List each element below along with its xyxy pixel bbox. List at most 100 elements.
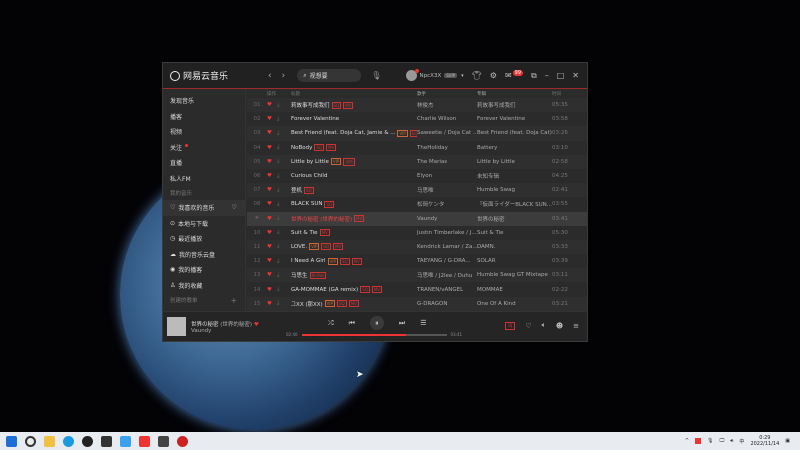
track-album[interactable]: SOLAR xyxy=(477,258,552,264)
tray-network-icon[interactable]: 🖵︎ xyxy=(719,438,724,444)
previous-icon[interactable]: ⏮︎ xyxy=(349,319,355,328)
forward-icon[interactable]: › xyxy=(282,71,286,81)
app-icon[interactable] xyxy=(101,435,112,447)
app-icon-blue[interactable] xyxy=(120,435,131,447)
track-artist[interactable]: Saweetie / Doja Cat ... xyxy=(417,130,477,136)
download-icon[interactable]: ⤓ xyxy=(277,272,291,279)
track-row[interactable]: 14 ♥ ⤓ GA-MOMMAE (GA remix) SQ MV TRANEN/v… xyxy=(247,282,587,296)
close-icon[interactable]: ✕ xyxy=(572,71,579,80)
username[interactable]: NpcX3X xyxy=(420,73,442,79)
heartbeat-mode-icon[interactable]: ♡ xyxy=(231,204,236,211)
back-icon[interactable]: ‹ xyxy=(268,71,272,81)
edge-icon[interactable] xyxy=(63,435,74,447)
track-album[interactable]: Humble Swag GT Mixtape xyxy=(477,272,552,278)
download-icon[interactable]: ⤓ xyxy=(277,286,291,293)
like-heart-icon[interactable]: ♥ xyxy=(267,145,277,151)
track-row[interactable]: 03 ♥ ⤓ Best Friend (feat. Doja Cat, Jami… xyxy=(247,126,587,141)
track-artist[interactable]: Charlie Wilson xyxy=(417,116,477,122)
track-album[interactable]: 世界の秘密 xyxy=(477,215,552,223)
track-artist[interactable]: 林俊杰 xyxy=(417,101,477,109)
netease-music-taskbar-icon[interactable] xyxy=(139,435,150,447)
track-row[interactable]: 13 ♥ ⤓ 马思生 Hi-Res 马思唯 / J2lee / Duhu Humb… xyxy=(247,268,587,283)
track-album[interactable]: 未知专辑 xyxy=(477,172,552,180)
search-taskbar-icon[interactable] xyxy=(25,435,36,447)
download-icon[interactable]: ⤓ xyxy=(277,187,291,194)
shuffle-icon[interactable]: ⤮ xyxy=(328,319,334,328)
download-icon[interactable]: ⤓ xyxy=(277,116,291,123)
like-heart-icon[interactable]: ♥ xyxy=(267,159,277,165)
sidebar-item-my-podcast[interactable]: ◉ 我的播客 xyxy=(163,262,245,278)
progress-bar[interactable] xyxy=(301,333,447,336)
search-input[interactable]: ⌕ 视想要 xyxy=(297,69,362,82)
like-heart-icon[interactable]: ♥ xyxy=(267,216,277,222)
track-album[interactable]: 莉故事写成我们 xyxy=(477,101,552,109)
track-row[interactable]: 04 ♥ ⤓ NoBody SQ MV TheHoliday Battery 03:… xyxy=(247,141,587,155)
skin-icon[interactable]: 👕︎ xyxy=(472,71,482,80)
track-artist[interactable]: TAEYANG / G-DRA... xyxy=(417,258,477,264)
track-artist[interactable]: Justin Timberlake / J... xyxy=(417,230,477,236)
like-heart-icon[interactable]: ♥ xyxy=(267,287,277,293)
now-playing-artist[interactable]: Vaundy xyxy=(191,328,259,334)
start-icon[interactable] xyxy=(6,435,17,447)
like-heart-icon[interactable]: ♥ xyxy=(267,258,277,264)
album-cover[interactable] xyxy=(167,317,186,336)
sidebar-item-cloud[interactable]: ☁ 我的音乐云盘 xyxy=(163,247,245,263)
pause-button[interactable]: ⏸︎ xyxy=(369,316,384,330)
settings-icon[interactable]: ⚙ xyxy=(490,71,497,80)
sidebar-item-discover[interactable]: 发现音乐 xyxy=(163,93,245,109)
track-row[interactable]: 08 ♥ ⤓ BLACK SUN SQ 松岡ケンタ 『仮面ライダーBLACK SU… xyxy=(247,197,587,211)
track-artist[interactable]: Kendrick Lamar / Za... xyxy=(417,244,477,250)
track-artist[interactable]: 松岡ケンタ xyxy=(417,200,477,208)
track-album[interactable]: Forever Valentine xyxy=(477,116,552,122)
clock[interactable]: 0:29 2022/11/14 xyxy=(750,435,779,447)
like-heart-icon[interactable]: ♥ xyxy=(267,116,277,122)
like-heart-icon[interactable]: ♥ xyxy=(267,102,277,108)
qq-icon[interactable] xyxy=(82,435,93,447)
track-album[interactable]: Little by Little xyxy=(477,159,552,165)
sound-effect-icon[interactable]: ♡ xyxy=(525,322,531,330)
sidebar-item-video[interactable]: 视频 xyxy=(163,124,245,140)
track-artist[interactable]: G-DRAGON xyxy=(417,301,477,307)
mail-icon[interactable]: ✉ xyxy=(505,71,512,80)
column-artist[interactable]: 歌手 xyxy=(417,91,477,97)
maximize-icon[interactable]: □ xyxy=(557,71,565,80)
track-album[interactable]: One Of A Kind xyxy=(477,301,552,307)
column-album[interactable]: 专辑 xyxy=(477,91,552,97)
mini-mode-icon[interactable]: ⧉ xyxy=(531,71,537,81)
track-album[interactable]: 『仮面ライダーBLACK SUN... xyxy=(477,200,552,208)
sidebar-item-podcast[interactable]: 播客 xyxy=(163,109,245,125)
track-artist[interactable]: TRANEN/vANGEL xyxy=(417,287,477,293)
sidebar-item-follow[interactable]: 关注 xyxy=(163,140,245,156)
playlist-icon[interactable]: ≡ xyxy=(573,322,579,330)
download-icon[interactable]: ⤓ xyxy=(277,144,291,151)
download-icon[interactable]: ⤓ xyxy=(277,258,291,265)
sidebar-item-liked[interactable]: ♡ 我喜欢的音乐 ♡ xyxy=(163,200,245,216)
like-heart-icon[interactable]: ♥ xyxy=(267,230,277,236)
track-artist[interactable]: The Marias xyxy=(417,159,477,165)
track-artist[interactable]: 马思唯 xyxy=(417,186,477,194)
track-artist[interactable]: 马思唯 / J2lee / Duhu xyxy=(417,271,477,279)
track-row[interactable]: 06 ♥ ⤓ Curious Child Elyon 未知专辑 04:25 xyxy=(247,169,587,183)
lyrics-toggle-icon[interactable]: ☰ xyxy=(420,319,426,327)
track-artist[interactable]: Elyon xyxy=(417,173,477,179)
minimize-icon[interactable]: – xyxy=(545,71,549,80)
section-created-playlists[interactable]: 创建的歌单 + xyxy=(163,293,245,307)
like-heart-icon[interactable]: ♥ xyxy=(267,301,277,307)
track-row[interactable]: 10 ♥ ⤓ Suit & Tie MV Justin Timberlake / … xyxy=(247,226,587,240)
track-album[interactable]: MOMMAE xyxy=(477,287,552,293)
track-row[interactable]: 01 ♥ ⤓ 莉故事写成我们 SQ MV 林俊杰 莉故事写成我们 05:35 xyxy=(247,98,587,113)
avatar[interactable] xyxy=(405,69,419,81)
tray-ime-icon[interactable]: 中 xyxy=(739,438,744,445)
download-icon[interactable]: ⤓ xyxy=(277,173,291,180)
lyrics-button[interactable]: 词 xyxy=(504,321,516,330)
track-album[interactable]: DAMN. xyxy=(477,244,552,250)
dropdown-icon[interactable]: ▾ xyxy=(461,73,464,79)
track-row[interactable]: 02 ♥ ⤓ Forever Valentine Charlie Wilson … xyxy=(247,112,587,126)
sidebar-item-live[interactable]: 直播 xyxy=(163,155,245,171)
sidebar-item-fm[interactable]: 私人FM xyxy=(163,171,245,187)
app-icon-red[interactable] xyxy=(177,435,188,447)
like-heart-icon[interactable]: ♥ xyxy=(267,173,277,179)
sidebar-item-recent[interactable]: ◷ 最近播放 xyxy=(163,231,245,247)
add-playlist-icon[interactable]: + xyxy=(231,296,238,305)
like-heart-icon[interactable]: ♥ xyxy=(267,272,277,278)
